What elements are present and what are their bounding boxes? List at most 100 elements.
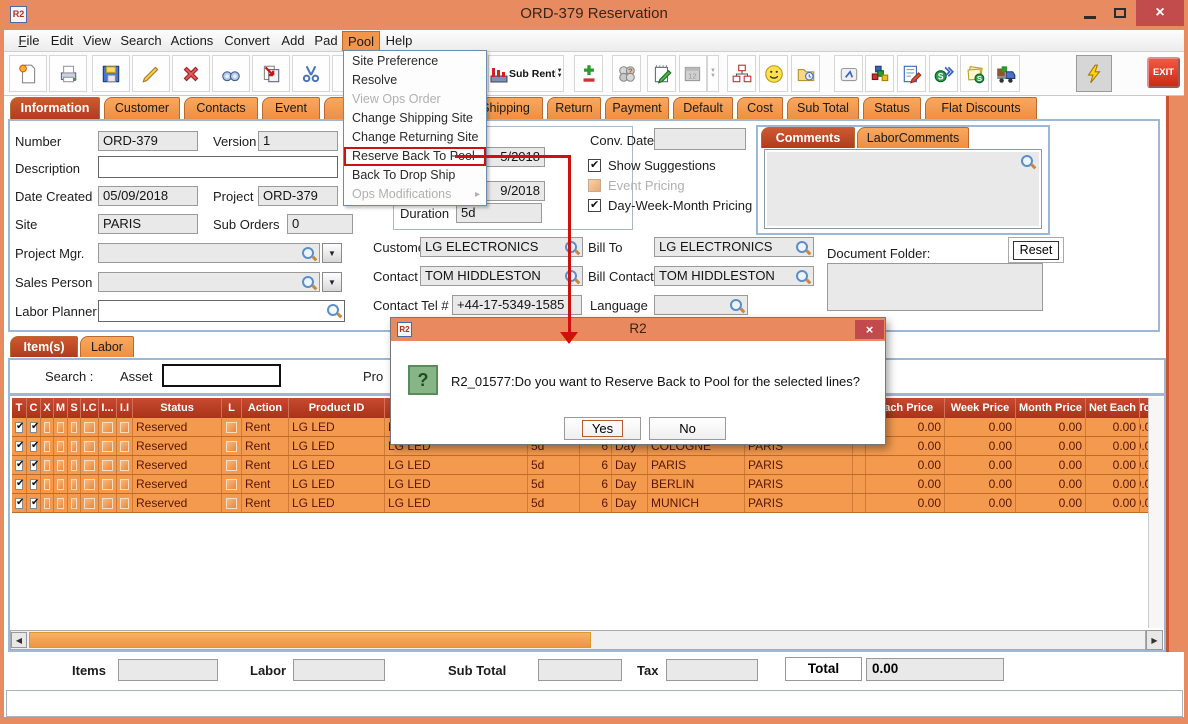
row-checkbox[interactable] [84, 479, 95, 490]
labor-planner-field[interactable] [98, 300, 345, 322]
table-row[interactable]: ReservedRentLG LEDLG LED5d6DayBERLINPARI… [12, 475, 1160, 494]
reset-button[interactable]: Reset [1013, 241, 1059, 260]
edit-icon[interactable] [132, 55, 170, 92]
tab-status[interactable]: Status [863, 97, 921, 119]
row-checkbox[interactable] [226, 422, 237, 433]
search-icon[interactable] [1020, 154, 1036, 170]
column-header-net-each[interactable]: Net Each [1086, 398, 1140, 418]
edit-document-icon[interactable] [897, 55, 926, 92]
project-mgr-field[interactable] [98, 243, 320, 263]
asset-input[interactable] [162, 364, 281, 387]
tab-contacts[interactable]: Contacts [184, 97, 258, 119]
row-checkbox[interactable] [71, 498, 77, 509]
column-header-i-i[interactable]: I.I [117, 398, 133, 418]
contact-tel-field[interactable]: +44-17-5349-1585 [452, 295, 582, 315]
row-checkbox[interactable] [71, 460, 77, 471]
column-header-s[interactable]: S [68, 398, 81, 418]
close-button[interactable]: × [1136, 0, 1184, 26]
new-document-icon[interactable] [9, 55, 47, 92]
menu-item-actions[interactable]: Actions [166, 31, 218, 51]
row-checkbox[interactable] [57, 422, 64, 433]
column-header-action[interactable]: Action [242, 398, 289, 418]
search-icon[interactable] [564, 240, 580, 256]
date-created-field[interactable]: 05/09/2018 [98, 186, 198, 206]
folder-history-icon[interactable] [791, 55, 820, 92]
pool-menu-item-site-preference[interactable]: Site Preference [344, 52, 486, 71]
column-header-status[interactable]: Status [133, 398, 222, 418]
scrollbar-thumb[interactable] [29, 632, 591, 648]
row-checkbox[interactable] [102, 498, 113, 509]
project-mgr-dropdown[interactable]: ▼ [322, 243, 342, 263]
shipping-truck-icon[interactable] [991, 55, 1020, 92]
pool-menu-item-back-to-drop-ship[interactable]: Back To Drop Ship [344, 166, 486, 185]
column-header-i-c[interactable]: I.C [81, 398, 99, 418]
row-checkbox[interactable] [44, 479, 50, 490]
row-checkbox[interactable] [30, 422, 37, 433]
row-checkbox[interactable] [226, 498, 237, 509]
row-checkbox[interactable] [102, 479, 113, 490]
tab-payment[interactable]: Payment [605, 97, 669, 119]
row-checkbox[interactable] [226, 460, 237, 471]
column-header-m[interactable]: M [54, 398, 68, 418]
bill-contact-field[interactable]: TOM HIDDLESTON [654, 266, 814, 286]
save-icon[interactable] [92, 55, 130, 92]
sales-forward-icon[interactable]: S [929, 55, 958, 92]
row-checkbox[interactable] [71, 441, 77, 452]
sub-rent-button[interactable]: Sub Rent ▼▼ [488, 55, 564, 92]
column-header-i[interactable]: I... [99, 398, 117, 418]
column-header-t[interactable]: T [12, 398, 27, 418]
row-checkbox[interactable] [15, 460, 23, 471]
contact-field[interactable]: TOM HIDDLESTON [420, 266, 583, 286]
row-checkbox[interactable] [57, 460, 64, 471]
checkbox-show-suggestions[interactable] [588, 159, 601, 172]
column-header-l[interactable]: L [222, 398, 242, 418]
row-checkbox[interactable] [30, 460, 37, 471]
double-chevron-icon[interactable]: ▼▼ [555, 69, 563, 79]
bill-to-field[interactable]: LG ELECTRONICS [654, 237, 814, 257]
row-checkbox[interactable] [226, 479, 237, 490]
delete-icon[interactable] [172, 55, 210, 92]
row-checkbox[interactable] [57, 498, 64, 509]
version-field[interactable]: 1 [258, 131, 338, 151]
notes-pad-icon[interactable] [647, 55, 676, 92]
scroll-right-icon[interactable]: ▶ [1146, 630, 1163, 650]
table-row[interactable]: ReservedRentLG LEDLG LED5d6DayMUNICHPARI… [12, 494, 1160, 513]
menu-item-help[interactable]: Help [380, 31, 418, 51]
horizontal-scrollbar[interactable]: ◀ [10, 630, 1146, 650]
row-checkbox[interactable] [84, 422, 95, 433]
row-checkbox[interactable] [120, 441, 129, 452]
menu-item-file[interactable]: File [12, 31, 46, 51]
row-checkbox[interactable] [15, 422, 23, 433]
row-checkbox[interactable] [44, 422, 50, 433]
sales-person-dropdown[interactable]: ▼ [322, 272, 342, 292]
row-checkbox[interactable] [84, 498, 95, 509]
column-header-week-price[interactable]: Week Price [945, 398, 1016, 418]
row-checkbox[interactable] [102, 441, 113, 452]
row-checkbox[interactable] [15, 479, 23, 490]
pool-menu-item-change-shipping-site[interactable]: Change Shipping Site [344, 109, 486, 128]
dialog-close-button[interactable]: × [855, 320, 884, 339]
row-checkbox[interactable] [120, 479, 129, 490]
pool-menu-item-resolve[interactable]: Resolve [344, 71, 486, 90]
row-checkbox[interactable] [120, 422, 129, 433]
comments-textarea[interactable] [764, 149, 1042, 229]
maximize-button[interactable] [1106, 0, 1134, 26]
search-binoculars-icon[interactable] [212, 55, 250, 92]
menu-item-pad[interactable]: Pad [310, 31, 342, 51]
tab-customer[interactable]: Customer [104, 97, 180, 119]
menu-item-convert[interactable]: Convert [218, 31, 276, 51]
pool-menu-item-change-returning-site[interactable]: Change Returning Site [344, 128, 486, 147]
sub-orders-field[interactable]: 0 [287, 214, 353, 234]
minimize-button[interactable] [1076, 0, 1104, 26]
exit-button[interactable]: EXIT [1147, 57, 1180, 88]
tab-default[interactable]: Default [673, 97, 733, 119]
invoice-icon[interactable]: S [960, 55, 989, 92]
row-checkbox[interactable] [120, 460, 129, 471]
duration-field[interactable]: 5d [456, 203, 542, 223]
row-checkbox[interactable] [30, 441, 37, 452]
tab-comments[interactable]: Comments [761, 127, 855, 148]
column-header-month-price[interactable]: Month Price [1016, 398, 1086, 418]
row-checkbox[interactable] [15, 441, 23, 452]
no-button[interactable]: No [649, 417, 726, 440]
menu-item-search[interactable]: Search [116, 31, 166, 51]
